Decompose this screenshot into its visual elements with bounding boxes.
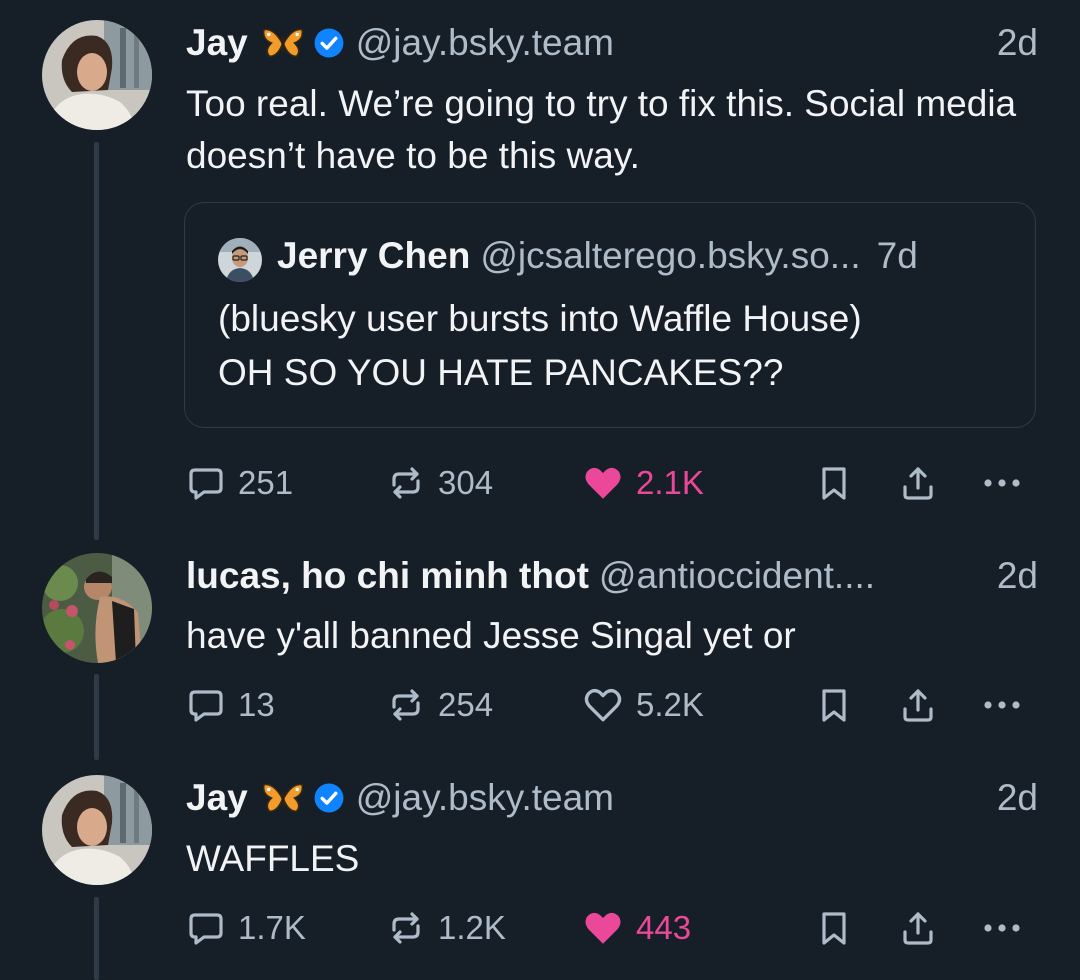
- avatar[interactable]: [42, 775, 152, 885]
- post-actions: 13 254 5.2K: [186, 680, 1038, 730]
- author-handle[interactable]: @jay.bsky.team: [356, 22, 614, 64]
- butterfly-emoji-icon: [260, 779, 306, 817]
- speech-bubble-icon: [186, 908, 226, 948]
- post-header: Jay @jay.bsky.team 2d: [186, 20, 1038, 66]
- post-header: Jay @jay.bsky.team 2d: [186, 775, 1038, 821]
- repost-button[interactable]: 254: [386, 680, 493, 730]
- share-button[interactable]: [898, 903, 938, 953]
- more-options-button[interactable]: [980, 680, 1024, 730]
- avatar-image: [42, 553, 152, 663]
- bookmark-button[interactable]: [814, 903, 854, 953]
- reply-button[interactable]: 13: [186, 680, 275, 730]
- author-handle[interactable]: @jay.bsky.team: [356, 777, 614, 819]
- repost-button[interactable]: 304: [386, 458, 493, 508]
- butterfly-emoji-icon: [260, 24, 306, 62]
- thread-line: [94, 142, 99, 540]
- avatar-image: [42, 20, 152, 130]
- quote-author-handle: @jcsalterego.bsky.so...: [480, 235, 861, 276]
- thread-line: [94, 674, 99, 760]
- reply-button[interactable]: 1.7K: [186, 903, 306, 953]
- like-button[interactable]: 2.1K: [582, 458, 704, 508]
- quote-post[interactable]: Jerry Chen @jcsalterego.bsky.so... 7d (b…: [184, 202, 1036, 428]
- quote-avatar[interactable]: [218, 238, 262, 282]
- heart-icon: [582, 684, 624, 726]
- repost-arrows-icon: [386, 908, 426, 948]
- post-2[interactable]: lucas, ho chi minh thot @antioccident...…: [0, 550, 1080, 770]
- post-text: WAFFLES: [186, 838, 360, 879]
- reply-button[interactable]: 251: [186, 458, 293, 508]
- bookmark-button[interactable]: [814, 680, 854, 730]
- bookmark-button[interactable]: [814, 458, 854, 508]
- bookmark-icon: [814, 463, 854, 503]
- like-button[interactable]: 443: [582, 903, 691, 953]
- heart-icon: [582, 907, 624, 949]
- avatar[interactable]: [42, 553, 152, 663]
- bookmark-icon: [814, 685, 854, 725]
- more-dots-icon: [980, 463, 1024, 503]
- more-options-button[interactable]: [980, 903, 1024, 953]
- more-dots-icon: [980, 685, 1024, 725]
- post-time[interactable]: 2d: [985, 777, 1038, 819]
- share-icon: [898, 463, 938, 503]
- post-text: Too real. We’re going to try to fix this…: [186, 83, 1017, 176]
- thread-line: [94, 897, 99, 980]
- share-icon: [898, 685, 938, 725]
- share-button[interactable]: [898, 680, 938, 730]
- more-options-button[interactable]: [980, 458, 1024, 508]
- author-name[interactable]: Jay: [186, 777, 248, 819]
- heart-icon: [582, 462, 624, 504]
- speech-bubble-icon: [186, 463, 226, 503]
- repost-count: 304: [438, 464, 494, 501]
- like-count: 443: [636, 909, 692, 946]
- post-header: lucas, ho chi minh thot @antioccident...…: [186, 553, 1038, 599]
- repost-arrows-icon: [386, 685, 426, 725]
- repost-button[interactable]: 1.2K: [386, 903, 506, 953]
- like-button[interactable]: 5.2K: [582, 680, 704, 730]
- author-name[interactable]: lucas, ho chi minh thot: [186, 555, 589, 597]
- author-name[interactable]: Jay: [186, 22, 248, 64]
- post-1[interactable]: Jay @jay.bsky.team 2d Too real. We’re go…: [0, 0, 1080, 540]
- repost-count: 1.2K: [438, 909, 506, 946]
- verified-check-icon[interactable]: [312, 26, 346, 60]
- like-count: 2.1K: [636, 464, 704, 501]
- repost-arrows-icon: [386, 463, 426, 503]
- avatar-image: [42, 775, 152, 885]
- share-icon: [898, 908, 938, 948]
- share-button[interactable]: [898, 458, 938, 508]
- quote-text: (bluesky user bursts into Waffle House) …: [218, 292, 1005, 400]
- repost-count: 254: [438, 686, 494, 723]
- avatar-image: [218, 238, 262, 282]
- post-actions: 1.7K 1.2K 443: [186, 903, 1038, 953]
- post-text: have y'all banned Jesse Singal yet or: [186, 615, 796, 656]
- reply-count: 13: [238, 686, 275, 723]
- like-count: 5.2K: [636, 686, 704, 723]
- quote-text-line-2: OH SO YOU HATE PANCAKES??: [218, 352, 784, 393]
- quote-header: Jerry Chen @jcsalterego.bsky.so... 7d: [277, 235, 1005, 277]
- verified-check-icon[interactable]: [312, 781, 346, 815]
- post-time[interactable]: 2d: [985, 555, 1038, 597]
- speech-bubble-icon: [186, 685, 226, 725]
- quote-text-line-1: (bluesky user bursts into Waffle House): [218, 298, 862, 339]
- reply-count: 251: [238, 464, 294, 501]
- reply-count: 1.7K: [238, 909, 306, 946]
- more-dots-icon: [980, 908, 1024, 948]
- post-actions: 251 304 2.1K: [186, 458, 1038, 508]
- quote-author-name: Jerry Chen: [277, 235, 471, 276]
- post-3[interactable]: Jay @jay.bsky.team 2d WAFFLES 1.7K 1.2K …: [0, 775, 1080, 980]
- bookmark-icon: [814, 908, 854, 948]
- post-time[interactable]: 2d: [985, 22, 1038, 64]
- author-handle[interactable]: @antioccident....: [599, 555, 875, 597]
- quote-time: 7d: [876, 235, 918, 276]
- avatar[interactable]: [42, 20, 152, 130]
